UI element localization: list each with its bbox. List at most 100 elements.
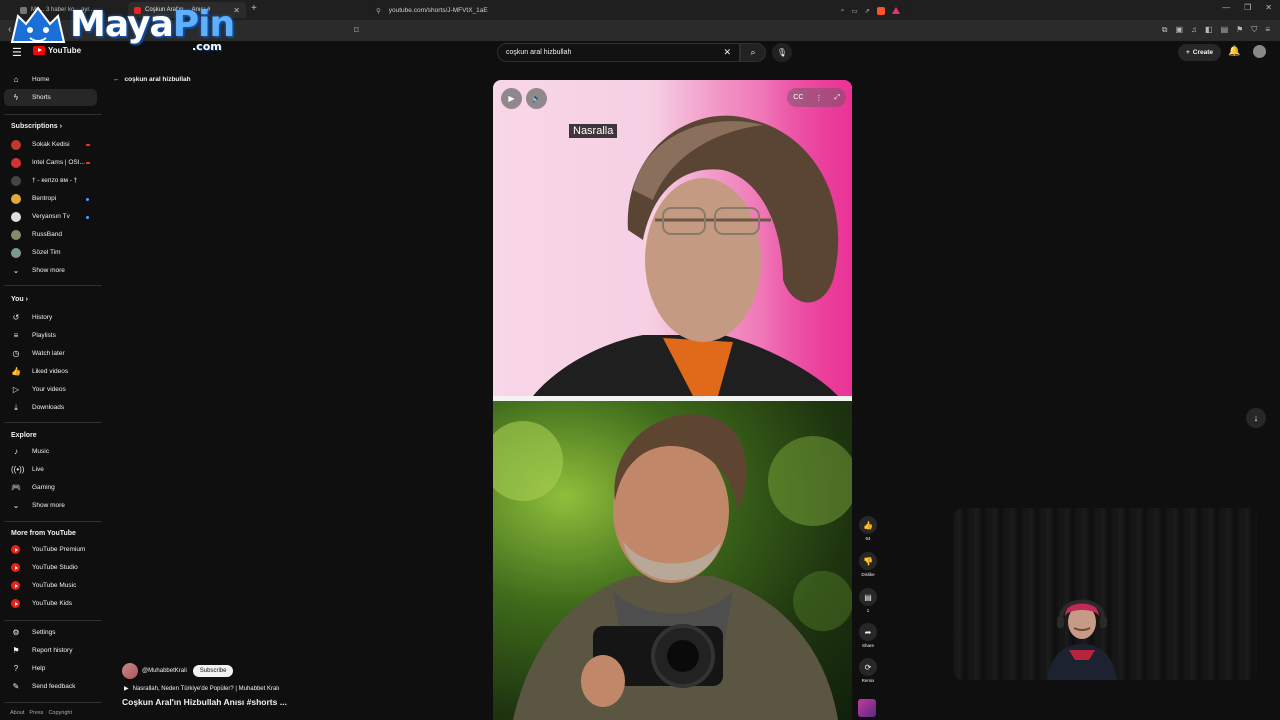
sidebar-item-gaming[interactable]: 🎮 Gaming	[4, 479, 97, 496]
sidebar-item-subscription[interactable]: Sözel Tim	[4, 244, 97, 261]
footer-links: About Press Copyright	[10, 710, 72, 716]
extensions-bar: ⧉ ▣ ♫ ◧ ▤ ⚑ ⛉ ≡	[1162, 25, 1270, 35]
notifications-bell-icon[interactable]: 🔔	[1228, 46, 1240, 57]
play-icon: ▶	[124, 686, 129, 692]
sidebar-item-subscription[interactable]: Intel Cams | OSI...	[4, 154, 97, 171]
fullscreen-icon[interactable]: ⤢	[834, 94, 840, 102]
divider	[4, 114, 102, 115]
like-button[interactable]: 👍 64	[856, 516, 880, 541]
search-input[interactable]: coşkun aral hizbullah ✕	[497, 43, 740, 62]
play-button[interactable]: ▶	[501, 88, 522, 109]
url-text: youtube.com/shorts/J-MFVtX_1aE	[388, 7, 488, 14]
sidebar-item-subscription[interactable]: Veryansın Tv	[4, 208, 97, 225]
shield-icon[interactable]: ⛉	[1251, 25, 1257, 35]
captions-icon[interactable]: CC	[793, 94, 803, 101]
restore-icon[interactable]: ❐	[1244, 3, 1251, 12]
share-button[interactable]: ➦ Share	[856, 623, 880, 648]
sidebar-item-playlists[interactable]: ≡ Playlists	[4, 327, 97, 344]
sidebar-item-settings[interactable]: ⚙ Settings	[4, 624, 97, 641]
sidebar-item-label: Sözel Tim	[32, 249, 61, 256]
more-options-icon[interactable]: ⋮	[815, 94, 822, 102]
sidebar-item-youtube-studio[interactable]: YouTube Studio	[4, 559, 97, 576]
sidebar-item-subscription[interactable]: RussBand	[4, 226, 97, 243]
sidebar-item-report-history[interactable]: ⚑ Report history	[4, 642, 97, 659]
site-info-icon[interactable]: ⚲	[376, 7, 381, 15]
channel-name[interactable]: @MuhabbetKrali	[142, 668, 187, 674]
sidebar-item-label: † - кепzо вм - †	[32, 177, 78, 184]
sidebar-item-watch-later[interactable]: ◷ Watch later	[4, 345, 97, 362]
sidebar-item-shorts[interactable]: ϟ Shorts	[4, 89, 97, 106]
brave-shield-icon[interactable]	[877, 6, 885, 15]
next-short-button[interactable]: ↓	[1246, 408, 1266, 428]
share-page-icon[interactable]: ⇗	[865, 7, 870, 15]
close-window-icon[interactable]: ✕	[1265, 3, 1272, 12]
sidebar-item-show-more[interactable]: ⌄ Show more	[4, 497, 97, 514]
breadcrumb-label: coşkun aral hizbullah	[124, 76, 191, 83]
footer-link-press[interactable]: Press	[29, 710, 43, 716]
clock-icon: ◷	[12, 349, 20, 358]
wallet-icon[interactable]: ▤	[1221, 25, 1229, 35]
brave-rewards-icon[interactable]	[892, 7, 900, 14]
extension-icon[interactable]: ⧉	[1162, 25, 1168, 35]
sidebar-toggle-icon[interactable]: ◧	[1205, 25, 1213, 35]
live-indicator	[86, 162, 90, 164]
sidebar-item-youtube-premium[interactable]: YouTube Premium	[4, 541, 97, 558]
voice-search-button[interactable]: 🎙	[772, 43, 792, 62]
channel-avatar	[11, 175, 21, 186]
sidebar-item-youtube-kids[interactable]: YouTube Kids	[4, 595, 97, 612]
mute-button[interactable]: 🔈	[526, 88, 547, 109]
vpn-icon[interactable]: ⚑	[1236, 25, 1243, 35]
related-video-link[interactable]: ▶ Nasrallah, Neden Türkiye'de Popüler? |…	[124, 685, 279, 693]
remix-button[interactable]: ⟳ Remix	[856, 658, 880, 683]
sidebar-item-label: Live	[32, 466, 44, 473]
sidebar-item-your-videos[interactable]: ▷ Your videos	[4, 381, 97, 398]
sidebar-item-subscription[interactable]: † - кепzо вм - †	[4, 172, 97, 189]
screen-icon[interactable]: ▭	[851, 7, 857, 15]
media-icon[interactable]: ♫	[1191, 25, 1197, 35]
short-title[interactable]: Coşkun Aral'ın Hizbullah Anısı #shorts .…	[122, 697, 287, 707]
create-button[interactable]: + Create	[1178, 44, 1222, 61]
mayapin-watermark: MayaPin .com	[6, 2, 235, 54]
gaming-icon: 🎮	[11, 483, 21, 492]
sound-thumbnail[interactable]	[858, 699, 876, 717]
chevron-down-icon: ⌄	[12, 266, 20, 275]
sidebar-item-live[interactable]: ((•)) Live	[4, 461, 97, 478]
sidebar-item-music[interactable]: ♪ Music	[4, 443, 97, 460]
dislike-button[interactable]: 👎 Dislike	[856, 552, 880, 577]
watermark-main: Maya	[70, 4, 174, 45]
browser-menu-icon[interactable]: ≡	[1265, 25, 1270, 35]
zoom-icon[interactable]: ⌕	[841, 7, 845, 15]
sidebar-item-show-more[interactable]: ⌄ Show more	[4, 262, 97, 279]
live-icon: ((•))	[11, 465, 25, 474]
back-to-search-link[interactable]: ← coşkun aral hizbullah	[113, 76, 191, 83]
sidebar-item-history[interactable]: ↺ History	[4, 309, 97, 326]
close-tab-icon[interactable]: ✕	[233, 6, 240, 15]
sidebar-item-send-feedback[interactable]: ✎ Send feedback	[4, 678, 97, 695]
account-avatar[interactable]	[1253, 45, 1266, 58]
new-tab-icon[interactable]: +	[251, 3, 257, 14]
search-button[interactable]: ⌕	[740, 43, 766, 62]
sidebar-item-label: Your videos	[32, 386, 66, 393]
sidebar-item-help[interactable]: ? Help	[4, 660, 97, 677]
sidebar-item-home[interactable]: ⌂ Home	[4, 71, 97, 88]
clear-search-icon[interactable]: ✕	[723, 47, 731, 58]
you-header[interactable]: You ›	[11, 296, 28, 303]
shorts-player[interactable]: Nasralla ▶ 🔈 CC ⋮ ⤢	[493, 80, 852, 720]
comments-button[interactable]: ▤ 1	[856, 588, 880, 613]
channel-avatar[interactable]	[122, 663, 138, 679]
sidebar-item-subscription[interactable]: Sokak Kedisi	[4, 136, 97, 153]
subscribe-button[interactable]: Subscribe	[192, 665, 234, 677]
sidebar-item-label: Sokak Kedisi	[32, 141, 70, 148]
sidebar-item-youtube-music[interactable]: YouTube Music	[4, 577, 97, 594]
sidebar-item-liked-videos[interactable]: 👍 Liked videos	[4, 363, 97, 380]
sidebar-item-subscription[interactable]: Bentropi	[4, 190, 97, 207]
footer-link-about[interactable]: About	[10, 710, 24, 716]
bookmark-icon[interactable]: ⌑	[354, 25, 359, 36]
minimize-icon[interactable]: —	[1222, 3, 1230, 12]
sidebar-item-downloads[interactable]: ⤓ Downloads	[4, 399, 97, 416]
url-field[interactable]: ⚲ youtube.com/shorts/J-MFVtX_1aE ⌕ ▭ ⇗	[368, 3, 908, 18]
footer-link-copyright[interactable]: Copyright	[48, 710, 72, 716]
extension-icon[interactable]: ▣	[1175, 25, 1183, 35]
channel-avatar	[11, 193, 21, 204]
subscriptions-header[interactable]: Subscriptions ›	[11, 123, 62, 130]
